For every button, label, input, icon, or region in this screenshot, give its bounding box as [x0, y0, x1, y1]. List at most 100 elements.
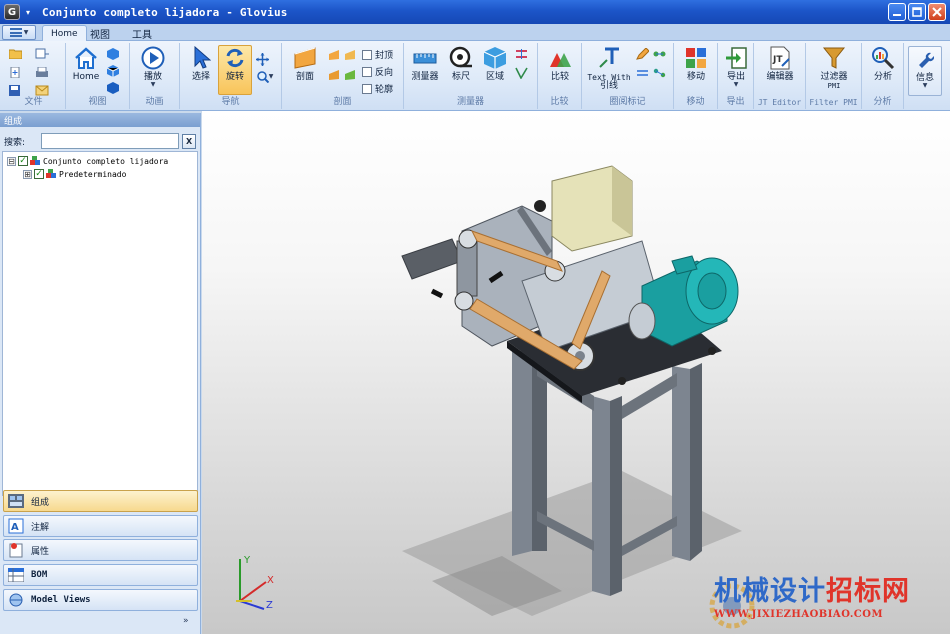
group-markup: Text With 引线 圈阅标记 — [582, 43, 674, 109]
rotate-label: 旋转 — [225, 72, 244, 82]
group-label-jt-editor: JT Editor — [757, 98, 802, 107]
section-x-button[interactable] — [327, 49, 341, 61]
tab-view[interactable]: 视图 — [82, 25, 118, 41]
section-z-button[interactable] — [327, 69, 341, 81]
markup-note-button[interactable] — [635, 48, 649, 60]
minimize-button[interactable] — [888, 3, 906, 21]
tab-home[interactable]: Home — [42, 25, 87, 41]
open-file-button[interactable] — [8, 47, 22, 59]
tree-node-label: Conjunto completo lijadora — [43, 156, 169, 166]
reverse-checkbox-box[interactable] — [362, 66, 372, 77]
ribbon: 文件 Home 视图 播放 ▼ 动画 选择 旋转 ▼ 导航 剖面 封顶 反向 轮… — [0, 41, 950, 111]
rotate-button[interactable]: 旋转 — [218, 45, 252, 95]
tree-node-predeterminado[interactable]: ⊞ ✓ Predeterminado — [23, 169, 126, 179]
measure-button[interactable]: 测量器 — [408, 46, 442, 92]
measure-label: 测量器 — [411, 72, 439, 82]
pan-button[interactable] — [255, 52, 269, 66]
more-nav-icon[interactable]: » — [183, 616, 189, 626]
analyze-button[interactable]: 分析 — [866, 46, 900, 92]
menu-icon — [9, 28, 22, 37]
folder-icon — [8, 49, 22, 59]
annotation-icon: A — [7, 518, 25, 534]
app-icon[interactable]: G — [4, 4, 20, 20]
zoom-button[interactable]: ▼ — [255, 71, 275, 83]
text-with-leader-button[interactable]: Text With 引线 — [586, 46, 632, 92]
clear-search-button[interactable]: X — [182, 133, 197, 149]
chevron-down-icon: ▼ — [922, 82, 928, 89]
tree-node-root[interactable]: ⊟ ✓ Conjunto completo lijadora — [7, 156, 168, 166]
markup-link-button[interactable] — [652, 48, 666, 60]
home-view-button[interactable]: Home — [69, 46, 103, 92]
export-button[interactable]: 导出 ▼ — [719, 46, 753, 92]
3d-viewport[interactable]: Y X Z 机械设计招标网 WWW.JIXIEZHAOBIAO.COM — [202, 111, 950, 634]
measure-angle-button[interactable] — [514, 67, 528, 79]
cap-checkbox[interactable]: 封顶 — [362, 48, 393, 61]
application-menu-button[interactable]: ▼ — [2, 25, 36, 40]
document-arrow-icon — [35, 48, 49, 58]
new-file-button[interactable] — [8, 66, 22, 78]
outline-checkbox-box[interactable] — [362, 83, 372, 94]
area-label: 区域 — [485, 72, 504, 82]
dimension-icon — [636, 70, 648, 76]
maximize-button[interactable] — [908, 3, 926, 21]
play-button[interactable]: 播放 ▼ — [136, 46, 170, 92]
compare-button[interactable]: 比较 — [543, 46, 577, 92]
assembly-icon — [30, 156, 40, 165]
select-button[interactable]: 选择 — [184, 46, 218, 92]
rotate-icon — [226, 48, 244, 68]
nav-annotations[interactable]: A 注解 — [3, 515, 198, 537]
quick-access-dropdown-icon[interactable]: ▾ — [26, 8, 36, 17]
balloon-icon — [653, 68, 665, 78]
title-bar: G ▾ Conjunto completo lijadora - Glovius — [0, 0, 950, 24]
markup-dimension-button[interactable] — [635, 67, 649, 79]
group-label-move: 移动 — [686, 97, 705, 107]
cap-checkbox-box[interactable] — [362, 49, 372, 60]
nav-model-views[interactable]: Model Views — [3, 589, 198, 611]
jt-editor-label: 编辑器 — [766, 72, 794, 82]
close-button[interactable] — [928, 3, 946, 21]
info-button[interactable]: 信息 ▼ — [908, 46, 942, 96]
nav-components[interactable]: 组成 — [3, 490, 198, 512]
tab-tools[interactable]: 工具 — [124, 25, 160, 41]
move-button[interactable]: 移动 — [679, 46, 713, 92]
view-cube-iso-button[interactable] — [106, 82, 120, 94]
section-custom-button[interactable] — [343, 69, 357, 81]
reverse-checkbox[interactable]: 反向 — [362, 65, 393, 78]
analyze-label: 分析 — [873, 72, 892, 82]
visibility-checkbox[interactable]: ✓ — [18, 156, 28, 166]
nav-properties[interactable]: 属性 — [3, 539, 198, 561]
ruler-button[interactable]: 标尺 — [444, 46, 478, 92]
collapse-icon[interactable]: ⊟ — [7, 156, 16, 166]
expand-icon[interactable]: ⊞ — [23, 169, 32, 179]
handle-left — [430, 288, 444, 299]
group-label-filter-pmi: Filter PMI — [809, 98, 858, 107]
save-as-button[interactable] — [35, 47, 49, 59]
play-icon — [141, 46, 165, 70]
nav-bom-label: BOM — [31, 570, 48, 580]
properties-icon — [7, 542, 25, 558]
section-button[interactable]: 剖面 — [288, 46, 322, 92]
model-render[interactable]: Y X Z — [202, 111, 950, 634]
angle-icon — [514, 67, 528, 79]
left-panel: 组成 搜索: X ⊟ ✓ Conjunto completo lijadora … — [0, 113, 201, 634]
area-button[interactable]: 区域 — [478, 46, 512, 92]
nav-bom[interactable]: BOM — [3, 564, 198, 586]
view-cube-side-button[interactable] — [106, 65, 120, 77]
section-y-button[interactable] — [343, 49, 357, 61]
nav-model-views-label: Model Views — [31, 595, 91, 605]
reverse-label: 反向 — [375, 68, 394, 78]
ruler-label: 标尺 — [451, 72, 470, 82]
print-button[interactable] — [35, 66, 49, 78]
filter-button[interactable]: 过滤器 PMI — [816, 46, 852, 92]
tape-measure-icon — [449, 46, 472, 68]
search-input[interactable] — [41, 133, 180, 149]
markup-balloon-button[interactable] — [652, 67, 666, 79]
jt-editor-button[interactable]: JT 编辑器 — [763, 46, 797, 92]
export-arrow-icon — [726, 47, 747, 69]
group-measure: 测量器 标尺 区域 测量器 — [404, 43, 538, 109]
group-info: 信息 ▼ — [904, 43, 948, 109]
measure-edge-button[interactable] — [514, 48, 528, 60]
group-move: 移动 移动 — [674, 43, 718, 109]
visibility-checkbox[interactable]: ✓ — [34, 169, 44, 179]
view-cube-top-button[interactable] — [106, 48, 120, 60]
